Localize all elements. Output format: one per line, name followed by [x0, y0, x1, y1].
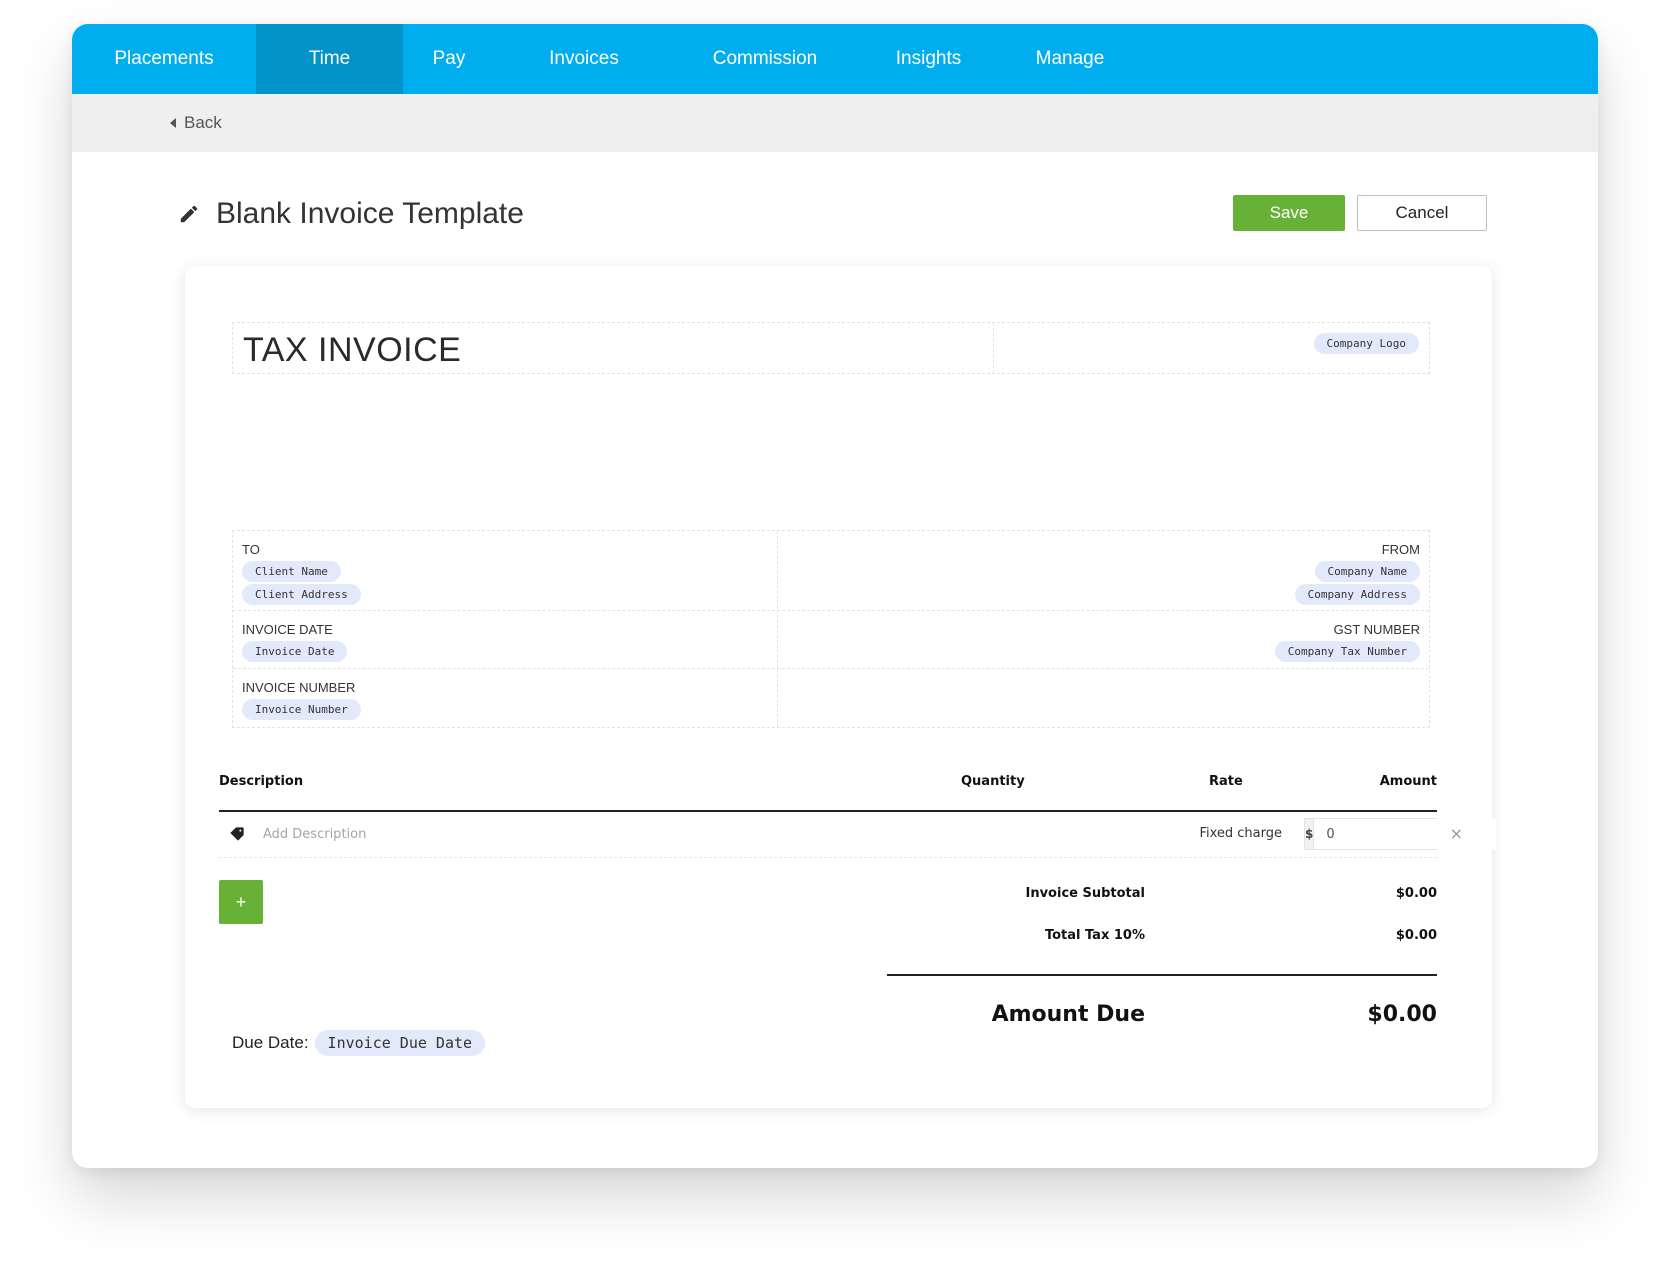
- tab-manage[interactable]: Manage: [1000, 24, 1140, 94]
- amount-due-value: $0.00: [1367, 1002, 1437, 1027]
- row-divider: [219, 857, 1437, 858]
- info-row-number: INVOICE NUMBER Invoice Number: [233, 669, 1429, 729]
- col-rate: Rate: [1209, 774, 1243, 789]
- cancel-button[interactable]: Cancel: [1357, 195, 1487, 231]
- caret-left-icon: [170, 118, 176, 128]
- from-label: FROM: [1381, 542, 1420, 557]
- back-button[interactable]: Back: [170, 94, 222, 152]
- invoice-date-label: INVOICE DATE: [242, 622, 333, 637]
- invoice-header: TAX INVOICE Company Logo: [232, 322, 1430, 374]
- amount-due-label: Amount Due: [991, 1002, 1145, 1027]
- tab-time[interactable]: Time: [256, 24, 403, 94]
- col-quantity: Quantity: [961, 774, 1025, 789]
- tab-commission[interactable]: Commission: [673, 24, 857, 94]
- amount-input[interactable]: [1314, 819, 1497, 849]
- sub-bar: Back: [72, 94, 1598, 152]
- invoice-card: TAX INVOICE Company Logo TO Client Name …: [185, 266, 1497, 1108]
- app-window: Placements Time Pay Invoices Commission …: [72, 24, 1598, 1168]
- info-divider: [777, 531, 778, 727]
- invoice-due-date-chip[interactable]: Invoice Due Date: [314, 1030, 486, 1056]
- tab-invoices[interactable]: Invoices: [495, 24, 673, 94]
- title-row: Blank Invoice Template: [178, 192, 524, 236]
- gst-number-label: GST NUMBER: [1333, 622, 1420, 637]
- subtotal-label: Invoice Subtotal: [1025, 886, 1145, 901]
- company-logo-chip[interactable]: Company Logo: [1313, 333, 1419, 354]
- info-row-to-from: TO Client Name Client Address FROM Compa…: [233, 531, 1429, 611]
- invoice-info-table: TO Client Name Client Address FROM Compa…: [232, 530, 1430, 728]
- info-row-date-gst: INVOICE DATE Invoice Date GST NUMBER Com…: [233, 611, 1429, 669]
- tag-icon: [230, 827, 244, 841]
- subtotal-value: $0.00: [1395, 886, 1437, 901]
- tab-pay[interactable]: Pay: [403, 24, 495, 94]
- tab-insights[interactable]: Insights: [857, 24, 1000, 94]
- remove-row-icon[interactable]: ×: [1450, 824, 1463, 843]
- invoice-date-chip[interactable]: Invoice Date: [242, 641, 348, 662]
- invoice-title: TAX INVOICE: [243, 331, 462, 369]
- invoice-number-label: INVOICE NUMBER: [242, 680, 356, 695]
- back-label: Back: [184, 113, 222, 132]
- summary-rule: [887, 974, 1437, 976]
- company-tax-number-chip[interactable]: Company Tax Number: [1274, 641, 1420, 662]
- col-description: Description: [219, 774, 304, 789]
- invoice-number-chip[interactable]: Invoice Number: [242, 699, 361, 720]
- company-address-chip[interactable]: Company Address: [1294, 584, 1420, 605]
- due-date: Due Date: Invoice Due Date: [232, 1030, 486, 1056]
- currency-prefix: $: [1305, 819, 1315, 849]
- tax-value: $0.00: [1395, 928, 1437, 943]
- client-address-chip[interactable]: Client Address: [242, 584, 361, 605]
- description-input[interactable]: [263, 822, 863, 846]
- amount-input-group: $: [1304, 818, 1497, 850]
- page-title: Blank Invoice Template: [216, 197, 524, 230]
- company-name-chip[interactable]: Company Name: [1314, 561, 1420, 582]
- tax-label: Total Tax 10%: [1044, 928, 1145, 943]
- pencil-icon: [180, 205, 198, 223]
- add-line-button[interactable]: +: [219, 880, 263, 924]
- to-label: TO: [242, 542, 260, 557]
- rate-fixed-charge[interactable]: Fixed charge: [1199, 826, 1282, 841]
- header-divider: [993, 323, 994, 373]
- header-rule: [219, 810, 1437, 812]
- client-name-chip[interactable]: Client Name: [242, 561, 341, 582]
- save-button[interactable]: Save: [1233, 195, 1345, 231]
- top-nav: Placements Time Pay Invoices Commission …: [72, 24, 1598, 94]
- tab-placements[interactable]: Placements: [72, 24, 256, 94]
- col-amount: Amount: [1379, 774, 1437, 789]
- due-date-label: Due Date:: [232, 1033, 309, 1052]
